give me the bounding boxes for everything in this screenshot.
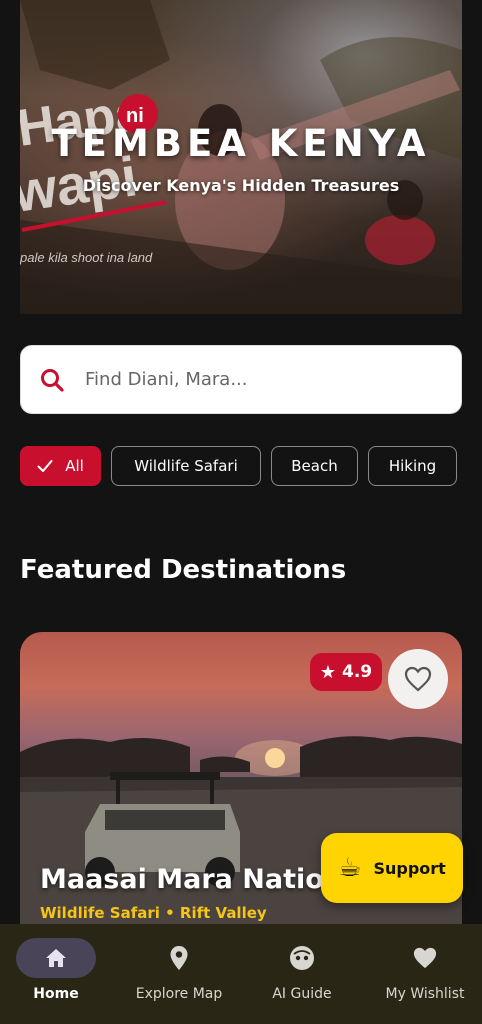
nav-icon-wrapper xyxy=(139,938,219,978)
hero-banner: Hapa ni wapi pale kila shoot ina land TE… xyxy=(20,0,462,314)
filter-chip-wildlife-safari[interactable]: Wildlife Safari xyxy=(111,446,261,486)
rating-value: 4.9 xyxy=(342,662,373,682)
page-subtitle: Discover Kenya's Hidden Treasures xyxy=(82,176,400,195)
nav-label: Explore Map xyxy=(135,986,223,1002)
nav-item-explore-map[interactable]: Explore Map xyxy=(119,938,239,1002)
support-label: Support xyxy=(373,858,446,878)
filter-chip-label: Beach xyxy=(291,457,338,475)
map-pin-icon xyxy=(170,946,188,970)
filter-chip-label: All xyxy=(65,457,84,475)
ai-guide-icon xyxy=(290,946,314,970)
favorite-button[interactable] xyxy=(388,649,448,709)
filter-chip-label: Hiking xyxy=(388,457,437,475)
filter-chip-all[interactable]: All xyxy=(20,446,101,486)
star-icon: ★ xyxy=(319,661,336,683)
support-button[interactable]: ☕ Support xyxy=(321,833,463,903)
nav-icon-wrapper xyxy=(385,938,465,978)
nav-icon-wrapper xyxy=(262,938,342,978)
nav-label: Home xyxy=(33,986,79,1002)
nav-label: AI Guide xyxy=(272,986,332,1002)
nav-label: My Wishlist xyxy=(385,986,465,1002)
nav-item-ai-guide[interactable]: AI Guide xyxy=(242,938,362,1002)
bottom-navigation: Home Explore Map AI Guide My Wishlist xyxy=(0,924,482,1024)
filter-chip-label: Wildlife Safari xyxy=(134,457,238,475)
nav-item-my-wishlist[interactable]: My Wishlist xyxy=(365,938,482,1002)
hero-tagline: pale kila shoot ina land xyxy=(20,250,153,265)
heart-icon xyxy=(413,947,437,969)
search-icon xyxy=(41,368,64,392)
search-bar[interactable] xyxy=(20,345,462,414)
nav-active-indicator xyxy=(16,938,96,978)
check-icon xyxy=(37,460,53,472)
section-title-featured: Featured Destinations xyxy=(20,555,347,585)
destination-meta: Wildlife Safari • Rift Valley xyxy=(40,904,267,922)
heart-outline-icon xyxy=(404,666,432,692)
coffee-icon: ☕ xyxy=(338,853,362,883)
home-icon xyxy=(46,949,66,967)
nav-item-home[interactable]: Home xyxy=(0,938,116,1002)
rating-badge: ★ 4.9 xyxy=(310,653,382,691)
search-input[interactable] xyxy=(85,369,425,390)
page-title: TEMBEA KENYA xyxy=(51,122,431,165)
filter-chip-hiking[interactable]: Hiking xyxy=(368,446,457,486)
filter-chip-beach[interactable]: Beach xyxy=(271,446,358,486)
